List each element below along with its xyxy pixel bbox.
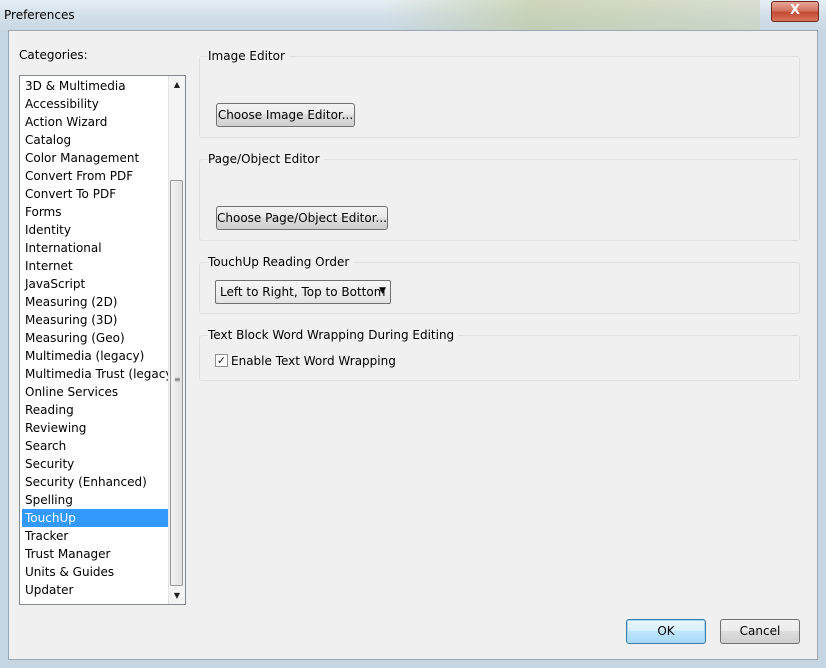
category-item[interactable]: International — [22, 239, 168, 257]
categories-label: Categories: — [19, 48, 88, 62]
choose-image-editor-button[interactable]: Choose Image Editor... — [216, 103, 355, 127]
enable-word-wrapping-checkbox[interactable]: ✓ — [215, 354, 228, 367]
category-item[interactable]: Convert From PDF — [22, 167, 168, 185]
category-item[interactable]: Convert To PDF — [22, 185, 168, 203]
category-item[interactable]: Security — [22, 455, 168, 473]
category-item[interactable]: TouchUp — [22, 509, 168, 527]
category-item[interactable]: Measuring (3D) — [22, 311, 168, 329]
title-bar: Preferences X — [0, 0, 826, 30]
category-item[interactable]: Measuring (2D) — [22, 293, 168, 311]
grip-icon: ≡ — [174, 375, 181, 384]
category-item[interactable]: Updater — [22, 581, 168, 599]
categories-list[interactable]: 3D & Multimedia Accessibility Action Wizar… — [19, 75, 186, 605]
image-editor-title: Image Editor — [208, 49, 289, 63]
category-item[interactable]: Trust Manager — [22, 545, 168, 563]
category-item[interactable]: Tracker — [22, 527, 168, 545]
category-item[interactable]: Action Wizard — [22, 113, 168, 131]
category-item[interactable]: Online Services — [22, 383, 168, 401]
ok-button[interactable]: OK — [626, 619, 706, 644]
window-border-right — [818, 30, 826, 668]
choose-page-object-editor-button[interactable]: Choose Page/Object Editor... — [216, 206, 388, 230]
window-border-bottom — [0, 660, 826, 668]
enable-word-wrapping-label[interactable]: Enable Text Word Wrapping — [231, 354, 396, 368]
category-item[interactable]: Search — [22, 437, 168, 455]
reading-order-value: Left to Right, Top to Bottom — [220, 285, 386, 299]
scroll-up-icon[interactable]: ▲ — [169, 76, 185, 93]
chevron-down-icon: ▼ — [379, 286, 386, 296]
category-item[interactable]: 3D & Multimedia — [22, 77, 168, 95]
category-item[interactable]: Reading — [22, 401, 168, 419]
category-item[interactable]: Catalog — [22, 131, 168, 149]
reading-order-title: TouchUp Reading Order — [208, 255, 354, 269]
categories-scrollbar[interactable]: ▲ ≡ ▼ — [168, 76, 185, 604]
window-border-left — [0, 30, 8, 668]
word-wrapping-title: Text Block Word Wrapping During Editing — [208, 328, 459, 342]
checkmark-icon: ✓ — [216, 354, 227, 367]
category-item[interactable]: Accessibility — [22, 95, 168, 113]
window-title: Preferences — [4, 8, 75, 22]
close-button[interactable]: X — [771, 1, 819, 22]
scroll-thumb[interactable]: ≡ — [170, 180, 183, 586]
page-object-editor-title: Page/Object Editor — [208, 152, 324, 166]
category-item[interactable]: Units & Guides — [22, 563, 168, 581]
category-item[interactable]: Internet — [22, 257, 168, 275]
category-item[interactable]: Security (Enhanced) — [22, 473, 168, 491]
category-item[interactable]: Color Management — [22, 149, 168, 167]
cancel-button[interactable]: Cancel — [720, 619, 800, 644]
reading-order-select[interactable]: Left to Right, Top to Bottom ▼ — [215, 280, 391, 304]
scroll-down-icon[interactable]: ▼ — [169, 587, 185, 604]
category-item[interactable]: JavaScript — [22, 275, 168, 293]
category-item[interactable]: Forms — [22, 203, 168, 221]
category-item[interactable]: Multimedia (legacy) — [22, 347, 168, 365]
category-item[interactable]: Spelling — [22, 491, 168, 509]
category-item[interactable]: Multimedia Trust (legacy) — [22, 365, 177, 383]
background-window-blur — [380, 0, 760, 30]
category-item[interactable]: Reviewing — [22, 419, 168, 437]
category-item[interactable]: Identity — [22, 221, 168, 239]
category-item[interactable]: Measuring (Geo) — [22, 329, 168, 347]
